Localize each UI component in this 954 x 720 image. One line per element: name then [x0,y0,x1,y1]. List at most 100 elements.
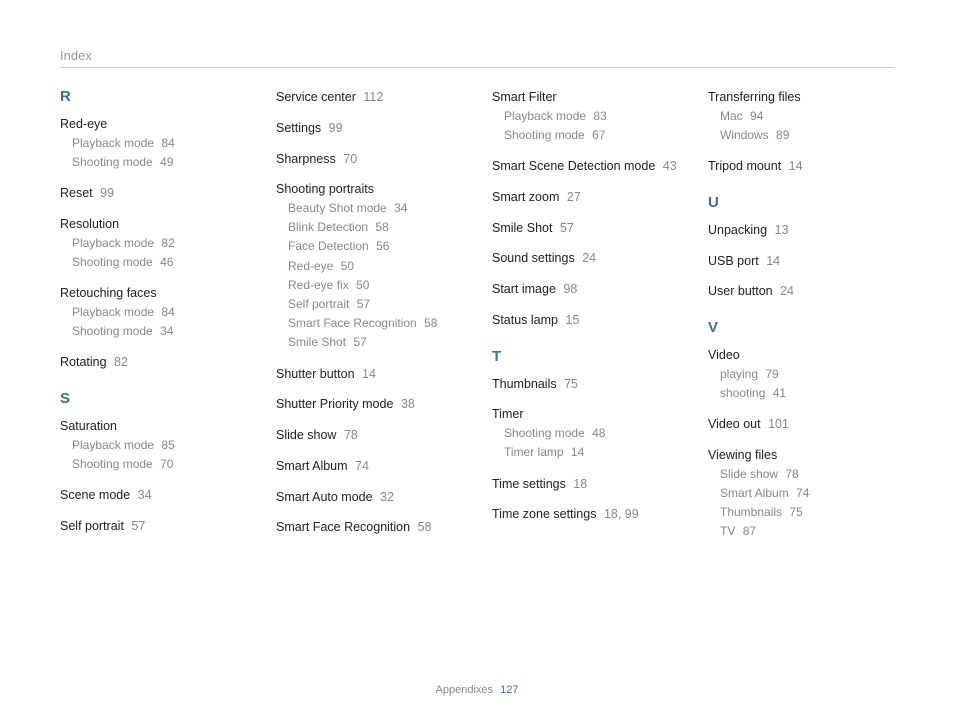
index-subentry[interactable]: Mac 94 [708,107,894,126]
index-entry-title: USB port [708,254,759,268]
index-entry[interactable]: Smart zoom 27 [492,188,678,207]
index-subentry[interactable]: Shooting mode 48 [492,424,678,443]
index-entry[interactable]: Reset 99 [60,184,246,203]
index-subentry[interactable]: Playback mode 82 [60,234,246,253]
index-entry-title: Retouching faces [60,284,246,303]
index-entry-page: 82 [114,355,128,369]
index-subentry[interactable]: Smile Shot 57 [276,333,462,352]
index-subentry[interactable]: Smart Face Recognition 58 [276,314,462,333]
index-entry[interactable]: Slide show 78 [276,426,462,445]
index-entry-group: SaturationPlayback mode 85Shooting mode … [60,417,246,474]
index-subentry-label: Shooting mode [504,426,585,440]
index-subentry[interactable]: Playback mode 84 [60,303,246,322]
index-subentry[interactable]: Slide show 78 [708,465,894,484]
index-subentry-label: shooting [720,386,765,400]
index-entry-page: 27 [567,190,581,204]
index-entry-group: Red-eyePlayback mode 84Shooting mode 49 [60,115,246,172]
index-entry-page: 57 [560,221,574,235]
index-subentry-label: Shooting mode [72,155,153,169]
index-column: Smart FilterPlayback mode 83Shooting mod… [492,88,678,554]
index-subentry-page: 49 [160,155,173,169]
index-subentry[interactable]: Self portrait 57 [276,295,462,314]
index-subentry-label: Slide show [720,467,778,481]
index-entry-page: 14 [362,367,376,381]
index-entry[interactable]: Status lamp 15 [492,311,678,330]
index-entry-page: 18 [573,477,587,491]
index-subentry-label: Mac [720,109,743,123]
index-entry-group: Viewing filesSlide show 78Smart Album 74… [708,446,894,542]
index-entry-page: 38 [401,397,415,411]
index-letter-heading: U [708,194,894,211]
index-subentry[interactable]: Playback mode 85 [60,436,246,455]
index-entry[interactable]: Smile Shot 57 [492,219,678,238]
index-entry-title: Timer [492,405,678,424]
index-subentry-page: 75 [789,505,802,519]
index-entry[interactable]: Service center 112 [276,88,462,107]
index-subentry[interactable]: shooting 41 [708,384,894,403]
index-subentry[interactable]: Playback mode 84 [60,134,246,153]
index-subentry[interactable]: Blink Detection 58 [276,218,462,237]
index-subentry-page: 14 [571,445,584,459]
index-subentry[interactable]: Shooting mode 46 [60,253,246,272]
index-entry[interactable]: Rotating 82 [60,353,246,372]
index-entry-title: Smart Filter [492,88,678,107]
index-entry[interactable]: Sound settings 24 [492,249,678,268]
index-entry[interactable]: Sharpness 70 [276,150,462,169]
index-subentry[interactable]: TV 87 [708,522,894,541]
index-subentry[interactable]: Shooting mode 70 [60,455,246,474]
index-entry-title: Saturation [60,417,246,436]
footer-section: Appendixes [436,684,494,696]
index-entry-title: Shutter Priority mode [276,397,393,411]
index-subentry-label: Blink Detection [288,220,368,234]
index-subentry-label: Smile Shot [288,335,346,349]
index-subentry-page: 34 [160,324,173,338]
index-entry[interactable]: Self portrait 57 [60,517,246,536]
index-subentry-page: 79 [765,367,778,381]
index-entry[interactable]: Shutter button 14 [276,365,462,384]
index-subentry-label: Shooting mode [504,128,585,142]
index-entry-group: Smart FilterPlayback mode 83Shooting mod… [492,88,678,145]
index-entry-page: 70 [343,152,357,166]
index-subentry-page: 94 [750,109,763,123]
index-entry[interactable]: Tripod mount 14 [708,157,894,176]
index-subentry[interactable]: Red-eye 50 [276,257,462,276]
index-subentry[interactable]: Shooting mode 49 [60,153,246,172]
index-entry[interactable]: Scene mode 34 [60,486,246,505]
index-entry[interactable]: Smart Auto mode 32 [276,488,462,507]
index-entry[interactable]: Thumbnails 75 [492,375,678,394]
index-entry[interactable]: Smart Face Recognition 58 [276,518,462,537]
index-subentry[interactable]: Smart Album 74 [708,484,894,503]
index-subentry[interactable]: Face Detection 56 [276,237,462,256]
index-subentry-label: Playback mode [72,305,154,319]
index-entry[interactable]: Time settings 18 [492,475,678,494]
index-subentry[interactable]: Playback mode 83 [492,107,678,126]
index-subentry-page: 57 [353,335,366,349]
index-entry-title: Start image [492,282,556,296]
index-subentry[interactable]: Timer lamp 14 [492,443,678,462]
index-subentry[interactable]: playing 79 [708,365,894,384]
index-entry[interactable]: Smart Scene Detection mode 43 [492,157,678,176]
index-subentry[interactable]: Shooting mode 34 [60,322,246,341]
index-subentry-page: 67 [592,128,605,142]
index-entry[interactable]: Smart Album 74 [276,457,462,476]
index-subentry-label: Timer lamp [504,445,564,459]
index-subentry-page: 78 [785,467,798,481]
index-entry-title: Tripod mount [708,159,781,173]
index-entry[interactable]: Time zone settings 18, 99 [492,505,678,524]
index-subentry[interactable]: Red-eye fix 50 [276,276,462,295]
index-entry[interactable]: Settings 99 [276,119,462,138]
index-entry[interactable]: Shutter Priority mode 38 [276,395,462,414]
index-entry[interactable]: User button 24 [708,282,894,301]
index-subentry-page: 50 [341,259,354,273]
index-entry[interactable]: Unpacking 13 [708,221,894,240]
index-subentry[interactable]: Windows 89 [708,126,894,145]
index-subentry-label: Shooting mode [72,255,153,269]
index-subentry[interactable]: Beauty Shot mode 34 [276,199,462,218]
index-entry[interactable]: Start image 98 [492,280,678,299]
index-subentry[interactable]: Thumbnails 75 [708,503,894,522]
index-entry[interactable]: USB port 14 [708,252,894,271]
index-subentry[interactable]: Shooting mode 67 [492,126,678,145]
index-entry[interactable]: Video out 101 [708,415,894,434]
index-subentry-page: 58 [424,316,437,330]
index-subentry-page: 50 [356,278,369,292]
